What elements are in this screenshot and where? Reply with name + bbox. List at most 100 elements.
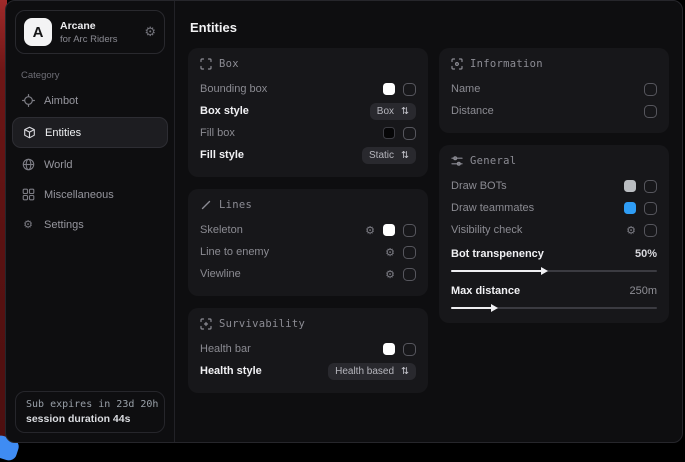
checkbox[interactable] bbox=[644, 202, 657, 215]
setting-row-max-distance: Max distance 250m bbox=[451, 281, 657, 300]
arcane-menu-window: A Arcane for Arc Riders ⚙ Category Aimbo… bbox=[5, 0, 683, 443]
setting-label: Health style bbox=[200, 365, 262, 377]
setting-label: Bounding box bbox=[200, 83, 267, 95]
layout-icon bbox=[451, 155, 463, 167]
sidebar-menu: Aimbot Entities World bbox=[6, 86, 174, 239]
setting-label: Health bar bbox=[200, 343, 251, 355]
setting-label: Skeleton bbox=[200, 224, 243, 236]
checkbox[interactable] bbox=[403, 268, 416, 281]
card-header: Box bbox=[200, 58, 416, 70]
setting-row-name: Name bbox=[451, 78, 657, 100]
setting-label: Max distance bbox=[451, 285, 520, 297]
setting-row-distance: Distance bbox=[451, 100, 657, 122]
sidebar-item-entities[interactable]: Entities bbox=[12, 117, 168, 148]
slider-value: 250m bbox=[629, 285, 657, 297]
setting-label: Viewline bbox=[200, 268, 241, 280]
gear-icon[interactable]: ⚙ bbox=[365, 224, 375, 237]
slider-handle[interactable] bbox=[541, 267, 548, 275]
grid-icon bbox=[21, 188, 35, 201]
dropdown-fill-style[interactable]: Static ⇅ bbox=[362, 147, 416, 164]
sidebar: A Arcane for Arc Riders ⚙ Category Aimbo… bbox=[6, 1, 175, 442]
checkbox[interactable] bbox=[644, 180, 657, 193]
subscription-card: Sub expires in 23d 20h session duration … bbox=[15, 391, 165, 433]
checkbox[interactable] bbox=[644, 105, 657, 118]
slider-value: 50% bbox=[635, 248, 657, 260]
checkbox[interactable] bbox=[403, 127, 416, 140]
information-card: Information Name Distance bbox=[439, 48, 669, 133]
app-logo: A bbox=[24, 18, 52, 46]
gear-icon[interactable]: ⚙ bbox=[144, 25, 156, 40]
globe-icon bbox=[21, 158, 35, 171]
app-title: Arcane bbox=[60, 20, 118, 32]
page-title: Entities bbox=[190, 20, 669, 35]
lines-card: Lines Skeleton ⚙ Line to enemy ⚙ bbox=[188, 189, 428, 296]
scan-plus-icon bbox=[200, 318, 212, 330]
color-swatch[interactable] bbox=[383, 83, 395, 95]
survivability-card: Survivability Health bar Health style bbox=[188, 308, 428, 393]
max-distance-slider[interactable] bbox=[451, 307, 657, 309]
updown-arrows-icon: ⇅ bbox=[401, 150, 409, 161]
box-card: Box Bounding box Box style Box bbox=[188, 48, 428, 177]
setting-label: Bot transpenency bbox=[451, 248, 544, 260]
gear-icon[interactable]: ⚙ bbox=[385, 268, 395, 281]
logo-card: A Arcane for Arc Riders ⚙ bbox=[15, 10, 165, 54]
sidebar-item-label: Aimbot bbox=[44, 95, 78, 107]
checkbox[interactable] bbox=[403, 246, 416, 259]
session-duration-text: session duration 44s bbox=[26, 413, 154, 425]
setting-label: Line to enemy bbox=[200, 246, 269, 258]
sidebar-item-world[interactable]: World bbox=[6, 150, 174, 179]
slider-handle[interactable] bbox=[491, 304, 498, 312]
sidebar-item-miscellaneous[interactable]: Miscellaneous bbox=[6, 180, 174, 209]
setting-row-skeleton: Skeleton ⚙ bbox=[200, 219, 416, 241]
card-title: General bbox=[470, 155, 516, 167]
setting-label: Distance bbox=[451, 105, 494, 117]
color-swatch[interactable] bbox=[624, 180, 636, 192]
color-swatch[interactable] bbox=[383, 343, 395, 355]
gear-icon[interactable]: ⚙ bbox=[626, 224, 636, 237]
color-swatch[interactable] bbox=[624, 202, 636, 214]
checkbox[interactable] bbox=[403, 343, 416, 356]
color-swatch[interactable] bbox=[383, 127, 395, 139]
category-label: Category bbox=[21, 70, 174, 81]
setting-row-draw-teammates: Draw teammates bbox=[451, 197, 657, 219]
slider-fill bbox=[451, 307, 494, 309]
crosshair-icon bbox=[21, 94, 35, 107]
gear-icon: ⚙ bbox=[21, 218, 35, 231]
setting-label: Draw BOTs bbox=[451, 180, 507, 192]
setting-row-fill-box: Fill box bbox=[200, 122, 416, 144]
dropdown-box-style[interactable]: Box ⇅ bbox=[370, 103, 416, 120]
card-title: Lines bbox=[219, 199, 252, 211]
setting-row-draw-bots: Draw BOTs bbox=[451, 175, 657, 197]
line-icon bbox=[200, 199, 212, 211]
sidebar-item-label: Miscellaneous bbox=[44, 189, 114, 201]
sidebar-item-settings[interactable]: ⚙ Settings bbox=[6, 210, 174, 239]
card-header: General bbox=[451, 155, 657, 167]
checkbox[interactable] bbox=[644, 83, 657, 96]
card-header: Lines bbox=[200, 199, 416, 211]
dropdown-value: Box bbox=[377, 106, 394, 117]
setting-label: Visibility check bbox=[451, 224, 522, 236]
dropdown-health-style[interactable]: Health based ⇅ bbox=[328, 363, 416, 380]
sidebar-item-label: Entities bbox=[45, 127, 81, 139]
logo-text: Arcane for Arc Riders bbox=[60, 20, 118, 45]
setting-row-viewline: Viewline ⚙ bbox=[200, 263, 416, 285]
gear-icon[interactable]: ⚙ bbox=[385, 246, 395, 259]
sidebar-item-aimbot[interactable]: Aimbot bbox=[6, 86, 174, 115]
updown-arrows-icon: ⇅ bbox=[401, 366, 409, 377]
setting-row-line-to-enemy: Line to enemy ⚙ bbox=[200, 241, 416, 263]
checkbox[interactable] bbox=[403, 83, 416, 96]
card-header: Survivability bbox=[200, 318, 416, 330]
setting-label: Fill style bbox=[200, 149, 244, 161]
color-swatch[interactable] bbox=[383, 224, 395, 236]
checkbox[interactable] bbox=[403, 224, 416, 237]
setting-row-visibility-check: Visibility check ⚙ bbox=[451, 219, 657, 241]
setting-row-health-bar: Health bar bbox=[200, 338, 416, 360]
checkbox[interactable] bbox=[644, 224, 657, 237]
setting-label: Box style bbox=[200, 105, 249, 117]
general-card: General Draw BOTs Draw teammates bbox=[439, 145, 669, 323]
setting-label: Fill box bbox=[200, 127, 235, 139]
setting-label: Draw teammates bbox=[451, 202, 534, 214]
dropdown-value: Static bbox=[369, 150, 394, 161]
card-title: Box bbox=[219, 58, 239, 70]
bot-transparency-slider[interactable] bbox=[451, 270, 657, 272]
